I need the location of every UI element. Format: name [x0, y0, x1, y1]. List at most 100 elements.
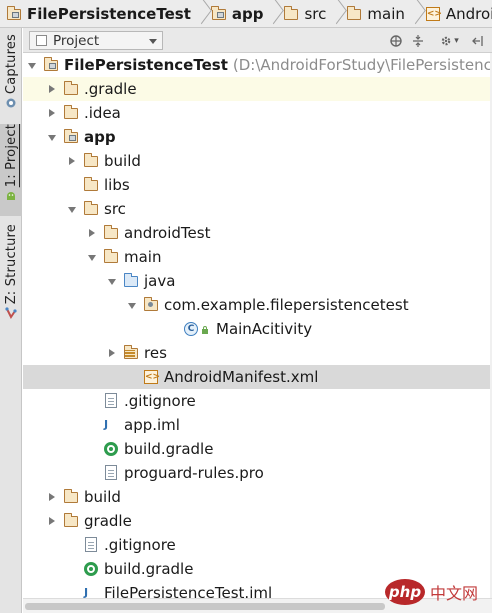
- tree-row[interactable]: C MainAcitivity: [23, 317, 492, 341]
- tree-row[interactable]: gradle: [23, 509, 492, 533]
- breadcrumb-item[interactable]: app: [205, 0, 268, 27]
- expand-arrow-icon[interactable]: [85, 226, 99, 240]
- tree-item-label: .idea: [84, 104, 121, 122]
- tree-item-label: com.example.filepersistencetest: [164, 296, 409, 314]
- expand-arrow-icon[interactable]: [45, 82, 59, 96]
- tree-item-label: java: [144, 272, 176, 290]
- breadcrumb-label: app: [231, 4, 264, 23]
- expand-arrow-icon[interactable]: [45, 490, 59, 504]
- tree-item-label: .gitignore: [124, 392, 196, 410]
- breadcrumb-item[interactable]: <>AndroidManifest.xml: [419, 0, 492, 27]
- tree-row[interactable]: libs: [23, 173, 492, 197]
- tree-row[interactable]: .idea: [23, 101, 492, 125]
- breadcrumb-label: FilePersistenceTest: [27, 4, 191, 23]
- project-folder-icon: [6, 5, 22, 22]
- text-file-icon: [103, 465, 119, 481]
- collapse-arrow-icon[interactable]: [125, 298, 139, 312]
- tree-item-label: build.gradle: [124, 440, 214, 458]
- tab-structure-label: Z: Structure: [3, 224, 19, 305]
- tab-captures[interactable]: Captures: [0, 34, 22, 120]
- breadcrumb-item[interactable]: src: [277, 0, 330, 27]
- tab-project[interactable]: 1: Project: [0, 124, 22, 216]
- tree-row[interactable]: java: [23, 269, 492, 293]
- tab-structure[interactable]: Z: Structure: [0, 224, 22, 324]
- structure-icon: [5, 307, 17, 320]
- folder-icon: [83, 177, 99, 193]
- tree-row[interactable]: <> AndroidManifest.xml: [23, 365, 492, 389]
- tree-row[interactable]: com.example.filepersistencetest: [23, 293, 492, 317]
- chevron-down-icon: [149, 39, 157, 44]
- expand-arrow-icon[interactable]: [65, 154, 79, 168]
- tree-item-label: proguard-rules.pro: [124, 464, 264, 482]
- php-watermark-logo: php 中文网: [385, 576, 492, 608]
- gradle-file-icon: [103, 441, 119, 457]
- view-selector-dropdown[interactable]: Project: [29, 31, 163, 50]
- text-file-icon: [103, 393, 119, 409]
- tree-row[interactable]: androidTest: [23, 221, 492, 245]
- folder-icon: [83, 201, 99, 217]
- tree-row[interactable]: build: [23, 485, 492, 509]
- expand-arrow-icon[interactable]: [45, 514, 59, 528]
- breadcrumb-separator: [409, 0, 419, 27]
- folder-icon: [103, 225, 119, 241]
- tree-row[interactable]: build.gradle: [23, 437, 492, 461]
- project-view-icon: [36, 35, 47, 46]
- project-panel-header: Project ▾: [23, 28, 492, 53]
- tree-row[interactable]: .gitignore: [23, 389, 492, 413]
- tree-row[interactable]: build: [23, 149, 492, 173]
- breadcrumb-label: main: [367, 4, 405, 23]
- breadcrumb-label: src: [304, 4, 327, 23]
- module-folder-icon: [211, 5, 227, 22]
- collapse-arrow-icon[interactable]: [45, 130, 59, 144]
- tree-row[interactable]: res: [23, 341, 492, 365]
- module-folder-icon: [63, 129, 79, 145]
- collapse-arrow-icon[interactable]: [85, 250, 99, 264]
- tree-item-label: gradle: [84, 512, 132, 530]
- folder-icon: [63, 513, 79, 529]
- folder-icon: [63, 105, 79, 121]
- expand-arrow-icon[interactable]: [105, 346, 119, 360]
- tree-row[interactable]: main: [23, 245, 492, 269]
- tree-row[interactable]: Japp.iml: [23, 413, 492, 437]
- view-selector-label: Project: [53, 32, 100, 49]
- project-tree: FilePersistenceTest (D:\AndroidForStudy\F…: [23, 53, 492, 598]
- breadcrumb-item[interactable]: main: [340, 0, 408, 27]
- sync-button[interactable]: [387, 32, 405, 49]
- collapse-all-icon: [413, 34, 423, 47]
- tree-item-label: FilePersistenceTest: [64, 56, 228, 74]
- tree-item-label: app.iml: [124, 416, 180, 434]
- tree-row[interactable]: app: [23, 125, 492, 149]
- gear-icon: [441, 36, 451, 45]
- tree-row[interactable]: FilePersistenceTest (D:\AndroidForStudy\F…: [23, 53, 492, 77]
- breadcrumb: FilePersistenceTest app src main <>AndroidMa…: [0, 0, 492, 28]
- breadcrumb-label: AndroidManifest.xml: [445, 4, 492, 23]
- folder-icon: [103, 249, 119, 265]
- captures-icon: [6, 98, 16, 108]
- tree-row[interactable]: src: [23, 197, 492, 221]
- tree-row[interactable]: .gradle: [23, 77, 492, 101]
- android-icon: [7, 192, 15, 201]
- collapse-arrow-icon[interactable]: [105, 274, 119, 288]
- breadcrumb-separator: [267, 0, 277, 27]
- tree-row[interactable]: .gitignore: [23, 533, 492, 557]
- settings-button[interactable]: ▾: [437, 32, 461, 49]
- collapse-arrow-icon[interactable]: [65, 202, 79, 216]
- module-folder-icon: [43, 57, 59, 73]
- collapse-all-button[interactable]: [409, 32, 427, 49]
- sync-icon: [390, 34, 402, 47]
- expand-arrow-icon[interactable]: [45, 106, 59, 120]
- tree-item-label: MainAcitivity: [216, 320, 313, 338]
- breadcrumb-item[interactable]: FilePersistenceTest: [0, 0, 195, 27]
- xml-file-icon: <>: [425, 6, 442, 21]
- hide-panel-button[interactable]: [469, 32, 485, 49]
- watermark-badge: php: [385, 579, 425, 605]
- scrollbar-thumb[interactable]: [25, 603, 385, 610]
- tree-row[interactable]: proguard-rules.pro: [23, 461, 492, 485]
- tool-window-stripe: Captures 1: Project Z: Structure: [0, 28, 22, 613]
- collapse-arrow-icon[interactable]: [25, 58, 39, 72]
- project-path: (D:\AndroidForStudy\FilePersistence: [232, 56, 492, 74]
